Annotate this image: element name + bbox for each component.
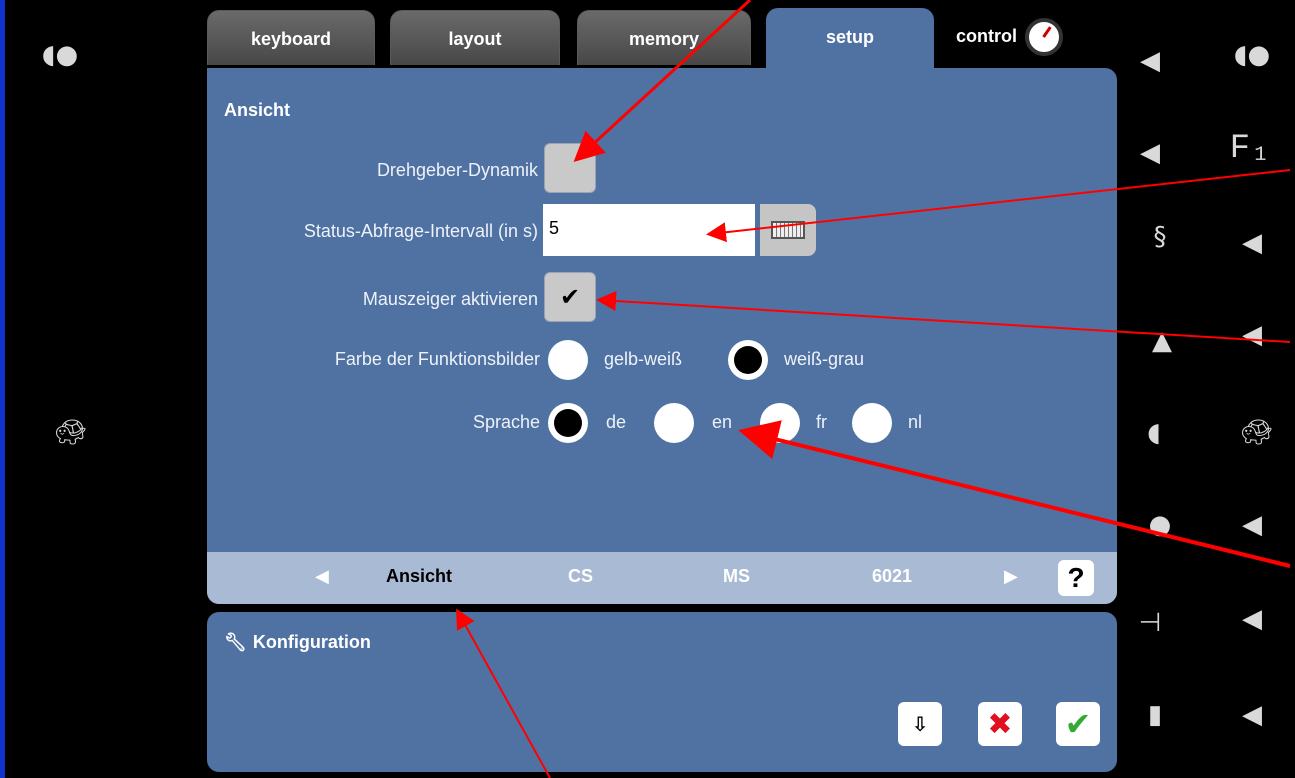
wrench-icon: 🔧︎ bbox=[224, 632, 247, 653]
keyboard-button[interactable] bbox=[760, 204, 816, 256]
speaker-icon[interactable]: ◀ bbox=[1130, 46, 1170, 76]
nav-item-ansicht[interactable]: Ansicht bbox=[386, 566, 452, 587]
sprache-radio-de[interactable] bbox=[548, 403, 588, 443]
tab-label: control bbox=[956, 26, 1017, 46]
status-interval-label: Status-Abfrage-Intervall (in s) bbox=[303, 221, 538, 241]
setup-panel bbox=[207, 68, 1117, 604]
section-title: Ansicht bbox=[224, 100, 291, 120]
nav-item-ms[interactable]: MS bbox=[723, 566, 750, 587]
sprache-option-label: nl bbox=[908, 412, 923, 432]
turtle-icon[interactable]: 🐢︎ bbox=[46, 418, 96, 448]
cancel-button[interactable]: ✖ bbox=[978, 702, 1022, 746]
checkmark-icon: ✔ bbox=[559, 283, 581, 311]
tab-layout[interactable]: layout bbox=[390, 10, 560, 65]
confirm-button[interactable]: ✔ bbox=[1056, 702, 1100, 746]
tab-label: keyboard bbox=[250, 29, 332, 49]
tab-label: layout bbox=[448, 29, 502, 49]
nav-prev-icon[interactable]: ◀ bbox=[315, 566, 329, 587]
sprache-option-label: en bbox=[712, 412, 733, 432]
farbe-option-label: gelb-weiß bbox=[604, 349, 683, 369]
tab-memory[interactable]: memory bbox=[577, 10, 751, 65]
tab-keyboard[interactable]: keyboard bbox=[207, 10, 375, 65]
speaker-icon[interactable]: ◀ bbox=[1232, 604, 1272, 634]
help-button[interactable]: ? bbox=[1058, 560, 1094, 596]
check-icon: ✔ bbox=[1064, 705, 1092, 743]
keyboard-icon bbox=[771, 221, 805, 239]
download-icon: ⇩ bbox=[911, 712, 929, 736]
section-navbar bbox=[207, 552, 1117, 604]
bell-icon[interactable]: ▲ bbox=[1140, 326, 1184, 356]
sprache-label: Sprache bbox=[472, 412, 540, 432]
speaker-icon[interactable]: ◀ bbox=[1232, 320, 1272, 350]
nav-item-cs[interactable]: CS bbox=[568, 566, 593, 587]
horn-icon[interactable]: ⊣ bbox=[1128, 608, 1172, 638]
speaker-icon[interactable]: ◀ bbox=[1232, 228, 1272, 258]
close-icon: ✖ bbox=[987, 706, 1013, 742]
farbe-option-label: weiß-grau bbox=[784, 349, 865, 369]
bell-icon[interactable]: ● bbox=[1140, 510, 1180, 540]
half-circle-icon[interactable]: ◖ bbox=[1134, 418, 1174, 448]
drehgeber-label: Drehgeber-Dynamik bbox=[376, 160, 538, 180]
sprache-option-label: fr bbox=[816, 412, 827, 432]
config-title: 🔧︎ Konfiguration bbox=[224, 632, 371, 653]
hook-icon[interactable]: § bbox=[1140, 222, 1180, 252]
nav-next-icon[interactable]: ▶ bbox=[1004, 566, 1018, 587]
mauszeiger-label: Mauszeiger aktivieren bbox=[362, 289, 538, 309]
sprache-radio-nl[interactable] bbox=[852, 403, 892, 443]
sprache-radio-fr[interactable] bbox=[760, 403, 800, 443]
config-title-text: Konfiguration bbox=[252, 632, 371, 652]
tab-label: memory bbox=[628, 29, 700, 49]
speaker-icon[interactable]: ◀ bbox=[1130, 138, 1170, 168]
farbe-radio-gelb-weiss[interactable] bbox=[548, 340, 588, 380]
speaker-icon[interactable]: ◀ bbox=[1232, 510, 1272, 540]
tab-control[interactable]: control bbox=[946, 10, 1106, 65]
f1-icon[interactable]: F₁ bbox=[1225, 130, 1275, 168]
sprache-radio-en[interactable] bbox=[654, 403, 694, 443]
status-interval-input[interactable]: 5 bbox=[543, 204, 755, 256]
nav-item-6021[interactable]: 6021 bbox=[872, 566, 912, 587]
drehgeber-checkbox[interactable] bbox=[544, 143, 596, 193]
door-icon[interactable]: ▮ bbox=[1140, 700, 1170, 730]
download-button[interactable]: ⇩ bbox=[898, 702, 942, 746]
left-edge-bar bbox=[0, 0, 5, 778]
farbe-label: Farbe der Funktionsbilder bbox=[334, 349, 540, 369]
turtle-icon[interactable]: 🐢︎ bbox=[1232, 418, 1282, 448]
speaker-icon[interactable]: ◀ bbox=[1232, 700, 1272, 730]
speedometer-icon bbox=[1025, 18, 1063, 56]
tab-label: setup bbox=[825, 27, 874, 47]
mauszeiger-checkbox[interactable]: ✔ bbox=[544, 272, 596, 322]
half-circle-icon[interactable]: ◖● bbox=[1232, 40, 1272, 70]
half-circle-icon[interactable]: ◖● bbox=[40, 40, 80, 70]
farbe-radio-weiss-grau[interactable] bbox=[728, 340, 768, 380]
sprache-option-label: de bbox=[606, 412, 627, 432]
tab-setup[interactable]: setup bbox=[766, 8, 934, 71]
